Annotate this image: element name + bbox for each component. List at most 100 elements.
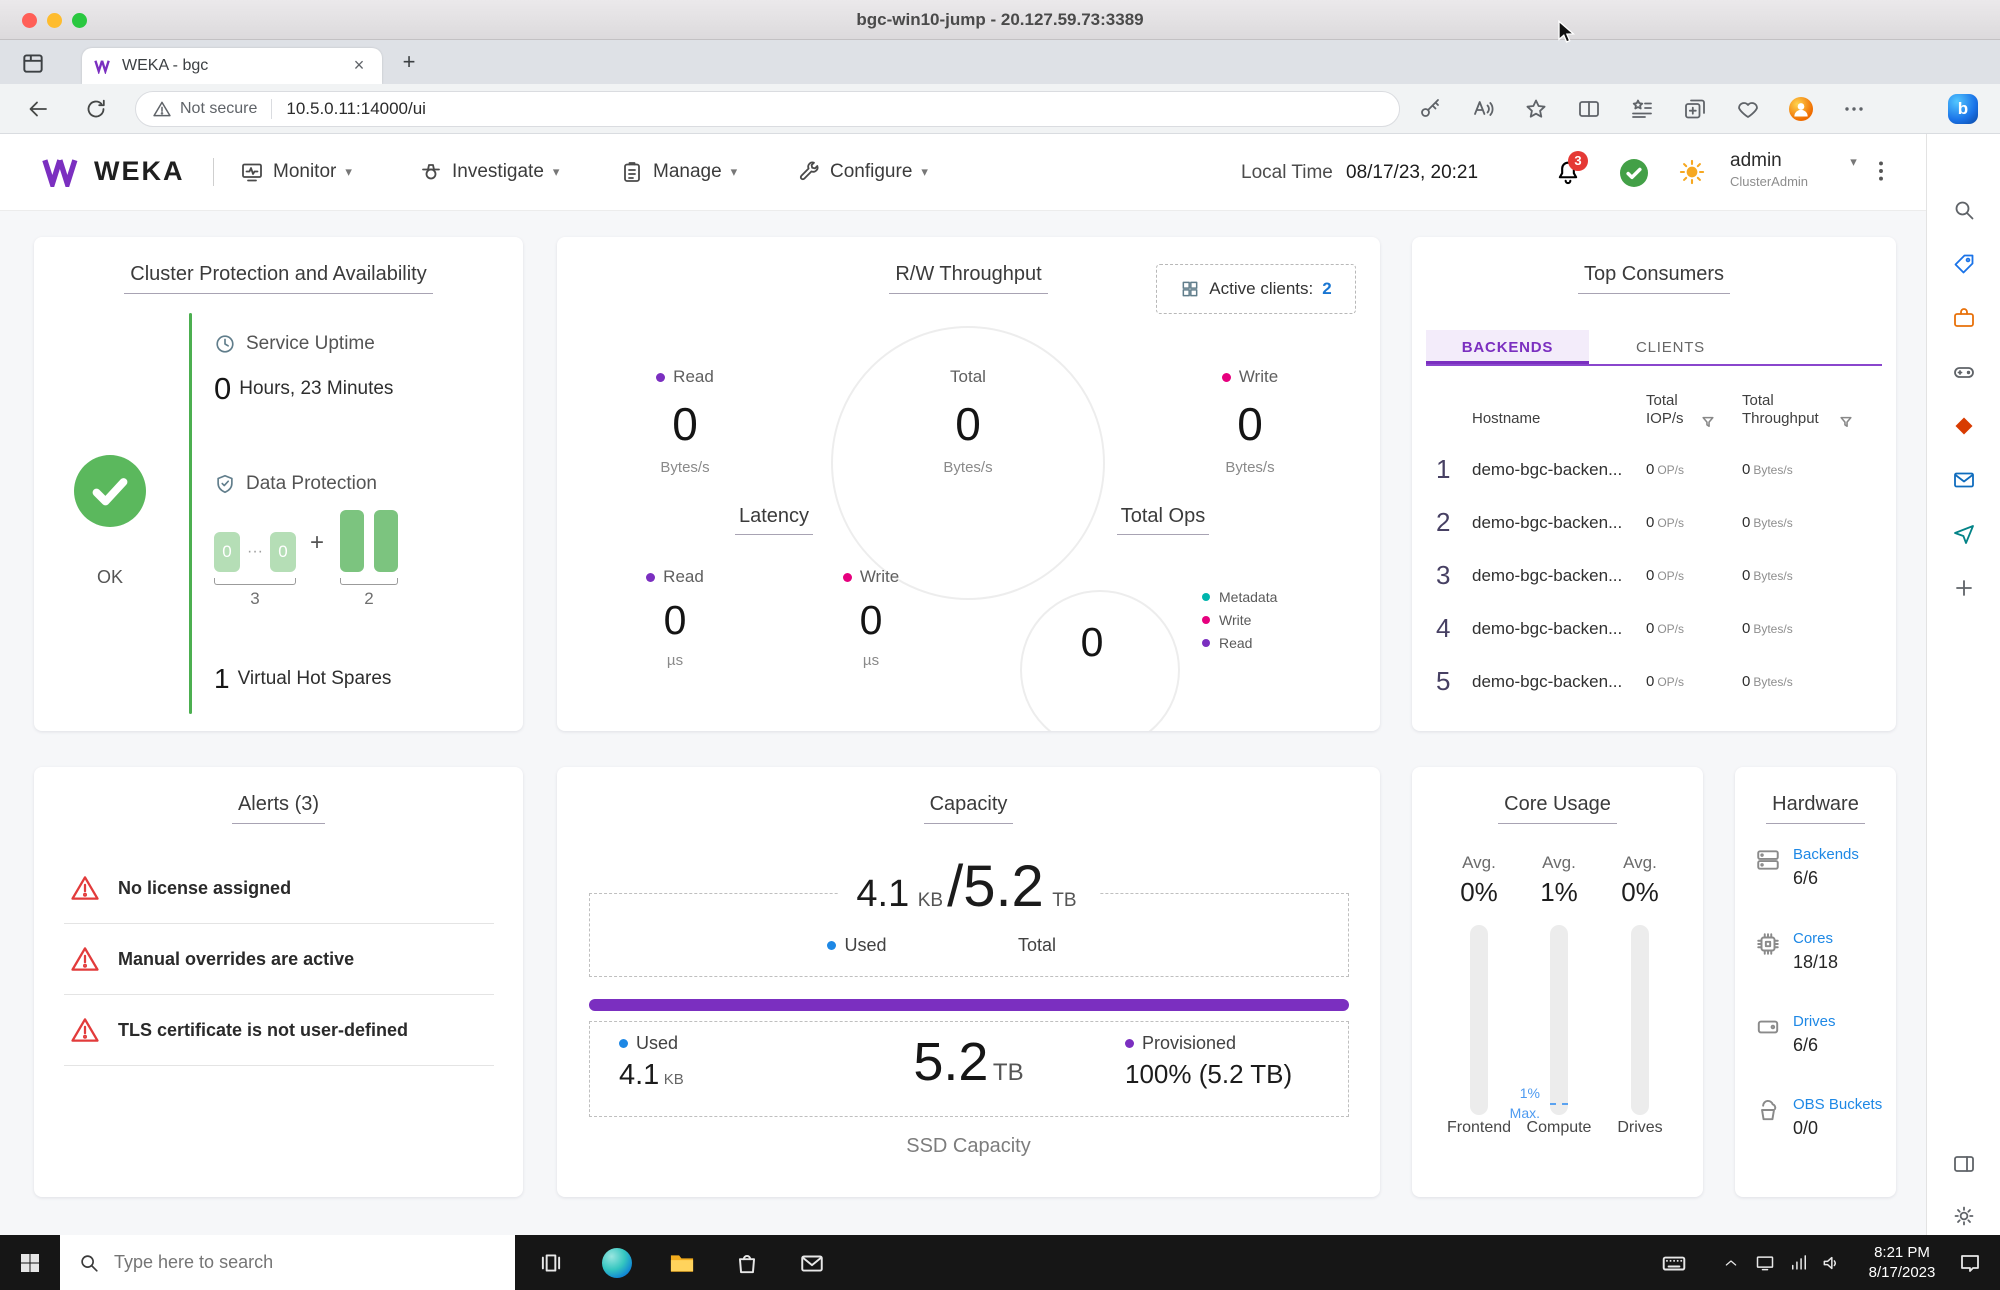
drop-icon[interactable] — [1952, 522, 1976, 546]
task-view-button[interactable] — [527, 1235, 575, 1290]
total-ops-title: Total Ops — [1063, 505, 1263, 535]
touch-keyboard-button[interactable] — [1652, 1235, 1696, 1290]
core-usage-card: Core Usage Avg. 0% Avg. 1% Avg. 0% 1% Ma… — [1412, 767, 1703, 1197]
filter-icon[interactable] — [1839, 415, 1853, 429]
throughput-write-col: Write 0 Bytes/s — [1150, 367, 1350, 476]
parity-block — [374, 510, 398, 572]
new-tab-button[interactable]: + — [396, 49, 422, 75]
microsoft-365-icon[interactable] — [1952, 414, 1976, 438]
header-divider — [213, 158, 214, 186]
throughput-card: R/W Throughput Active clients: 2 Read 0 … — [557, 237, 1380, 731]
volume-tray-button[interactable] — [1816, 1235, 1846, 1290]
taskbar-search[interactable] — [60, 1235, 515, 1290]
configure-icon — [799, 161, 819, 181]
compute-max-note: 1% Max. — [1509, 1085, 1540, 1122]
window-close-button[interactable] — [22, 13, 37, 28]
active-clients-box[interactable]: Active clients: 2 — [1156, 264, 1356, 314]
window-minimize-button[interactable] — [47, 13, 62, 28]
search-input[interactable] — [114, 1252, 474, 1273]
show-hidden-icons-button[interactable] — [1716, 1235, 1746, 1290]
manage-icon — [624, 162, 640, 182]
hardware-backends[interactable]: Backends 6/6 — [1755, 845, 1885, 889]
edge-tabstrip: WEKA - bgc × + — [0, 40, 2000, 84]
notifications-button[interactable]: 3 — [1554, 151, 1588, 188]
compute-bar — [1550, 925, 1568, 1115]
blocks-ellipsis: ··· — [247, 543, 263, 560]
settings-ellipsis-icon[interactable] — [1842, 97, 1866, 121]
search-icon[interactable] — [1952, 198, 1976, 222]
start-button[interactable] — [0, 1235, 60, 1290]
network-tray-button[interactable] — [1784, 1235, 1814, 1290]
protection-label: Data Protection — [246, 473, 377, 494]
latency-write-label: Write — [859, 567, 900, 586]
used-dot — [827, 941, 837, 950]
top-consumers-card: Top Consumers BACKENDS CLIENTS Hostname … — [1412, 237, 1896, 731]
add-sidebar-icon[interactable] — [1952, 576, 1976, 600]
warning-icon — [71, 876, 99, 900]
browser-essentials-icon[interactable] — [1736, 97, 1760, 121]
nav-monitor[interactable]: Monitor ▾ — [240, 157, 352, 187]
back-button[interactable] — [26, 97, 50, 121]
nav-configure[interactable]: Configure ▾ — [797, 157, 928, 187]
hardware-drives[interactable]: Drives 6/6 — [1755, 1012, 1885, 1056]
settings-gear-icon[interactable] — [1952, 1204, 1976, 1228]
action-center-button[interactable] — [1948, 1235, 1992, 1290]
password-key-icon[interactable] — [1418, 97, 1442, 121]
edge-taskbar-button[interactable] — [592, 1235, 642, 1290]
read-dot — [646, 572, 656, 582]
bing-copilot-button[interactable]: b — [1948, 94, 1978, 124]
nav-manage[interactable]: Manage ▾ — [620, 157, 737, 187]
filter-icon[interactable] — [1701, 415, 1715, 429]
tab-close-button[interactable]: × — [348, 55, 370, 77]
display-tray-button[interactable] — [1750, 1235, 1780, 1290]
browser-tab[interactable]: WEKA - bgc × — [82, 48, 382, 84]
health-status-icon[interactable] — [1620, 159, 1648, 187]
url-text: 10.5.0.11:14000/ui — [286, 99, 426, 118]
window-zoom-button[interactable] — [72, 13, 87, 28]
mail-button[interactable] — [787, 1235, 837, 1290]
table-row[interactable]: 3 demo-bgc-backen... 0 OP/s 0 Bytes/s — [1436, 549, 1882, 602]
used-value: 4.1 — [856, 873, 910, 915]
store-button[interactable] — [722, 1235, 772, 1290]
games-icon[interactable] — [1952, 360, 1976, 384]
refresh-button[interactable] — [84, 97, 108, 121]
card-title: Cluster Protection and Availability — [34, 263, 523, 294]
table-row[interactable]: 5 demo-bgc-backen... 0 OP/s 0 Bytes/s — [1436, 655, 1882, 708]
favorites-bar-icon[interactable] — [1630, 97, 1654, 121]
hardware-card: Hardware Backends 6/6 Cores 18/18 Drives 6/… — [1735, 767, 1896, 1197]
clients-icon — [1182, 281, 1198, 297]
table-row[interactable]: 1 demo-bgc-backen... 0 OP/s 0 Bytes/s — [1436, 443, 1882, 496]
profile-avatar[interactable] — [1789, 97, 1813, 121]
shopping-icon[interactable] — [1952, 252, 1976, 276]
window-title: bgc-win10-jump - 20.127.59.73:3389 — [856, 10, 1144, 29]
table-row[interactable]: 4 demo-bgc-backen... 0 OP/s 0 Bytes/s — [1436, 602, 1882, 655]
tab-actions-button[interactable] — [20, 50, 46, 76]
data-block: 0 — [270, 532, 296, 572]
file-explorer-button[interactable] — [657, 1235, 707, 1290]
theme-sun-icon[interactable] — [1678, 158, 1706, 191]
uptime-row: Service Uptime — [214, 333, 375, 355]
collections-icon[interactable] — [1683, 97, 1707, 121]
hardware-cores[interactable]: Cores 18/18 — [1755, 929, 1885, 973]
split-screen-icon[interactable] — [1577, 97, 1601, 121]
tab-backends[interactable]: BACKENDS — [1426, 330, 1589, 364]
nav-investigate[interactable]: Investigate ▾ — [419, 157, 559, 187]
edge-sidebar — [1926, 134, 2000, 1235]
data-count: 3 — [250, 589, 260, 608]
read-aloud-icon[interactable] — [1471, 97, 1495, 121]
tab-clients[interactable]: CLIENTS — [1589, 330, 1752, 364]
table-row[interactable]: 2 demo-bgc-backen... 0 OP/s 0 Bytes/s — [1436, 496, 1882, 549]
latency-write-col: Write 0 µs — [791, 567, 951, 669]
read-value: 0 — [672, 398, 698, 450]
outlook-icon[interactable] — [1952, 468, 1976, 492]
hardware-obs-buckets[interactable]: OBS Buckets 0/0 — [1755, 1095, 1885, 1139]
address-bar[interactable]: Not secure 10.5.0.11:14000/ui — [135, 91, 1400, 127]
taskbar-clock[interactable]: 8:21 PM 8/17/2023 — [1852, 1243, 1952, 1284]
favorite-star-icon[interactable] — [1524, 97, 1548, 121]
kebab-menu-icon[interactable] — [1868, 158, 1894, 189]
sidebar-panel-icon[interactable] — [1952, 1152, 1976, 1176]
compute-max-marker — [1550, 1103, 1568, 1105]
user-menu[interactable]: admin ▾ ClusterAdmin — [1730, 150, 1857, 189]
tools-icon[interactable] — [1952, 306, 1976, 330]
nav-monitor-label: Monitor — [273, 161, 337, 182]
